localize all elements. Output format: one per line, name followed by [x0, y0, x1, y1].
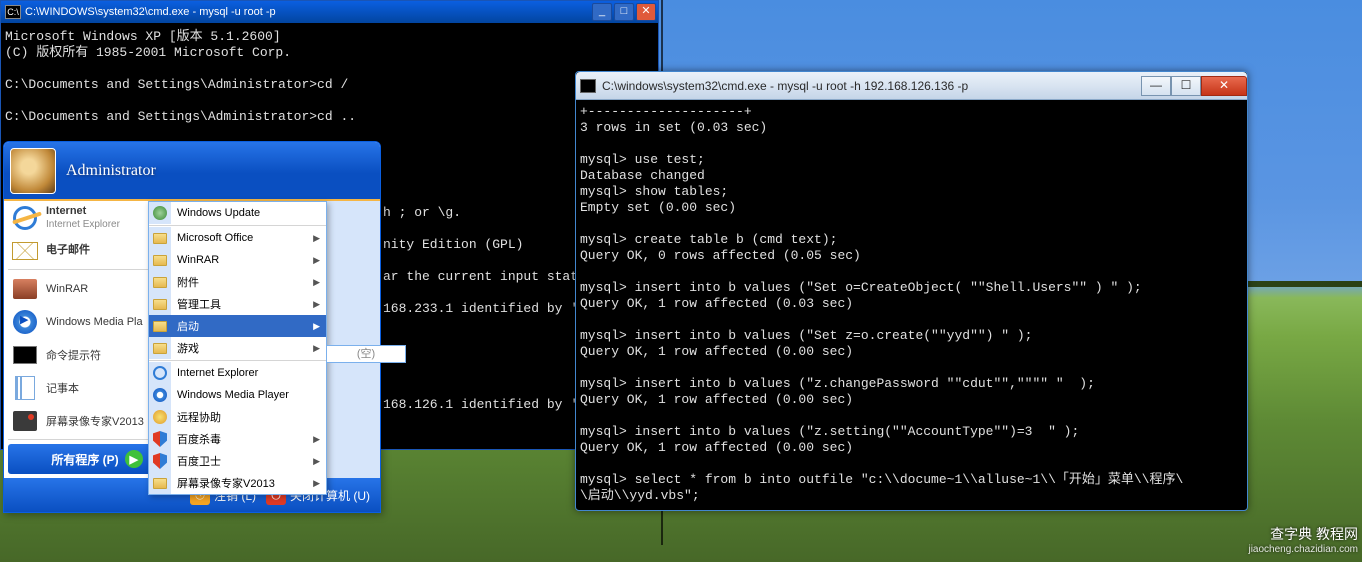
submenu-item-Windows Media Player[interactable]: Windows Media Player: [149, 384, 326, 406]
xp-cmd-output: Microsoft Windows XP [版本 5.1.2600] (C) 版…: [5, 29, 356, 124]
chevron-right-icon: ▶: [313, 343, 320, 354]
startup-flyout: (空): [326, 345, 406, 363]
folder-icon: [153, 321, 167, 332]
chevron-right-icon: ▶: [313, 233, 320, 244]
chevron-right-icon: ▶: [313, 478, 320, 489]
win7-cmd-titlebar[interactable]: C:\windows\system32\cmd.exe - mysql -u r…: [576, 72, 1247, 100]
sun-icon: [153, 410, 167, 424]
xp-cmd-titlebar[interactable]: C:\ C:\WINDOWS\system32\cmd.exe - mysql …: [1, 1, 658, 23]
submenu-item-Windows Update[interactable]: Windows Update: [149, 202, 326, 224]
chevron-right-icon: ▶: [313, 255, 320, 266]
submenu-item-label: 百度杀毒: [177, 431, 221, 447]
mail-icon: [12, 242, 38, 260]
all-programs-label: 所有程序 (P): [51, 451, 118, 468]
submenu-item-WinRAR[interactable]: WinRAR ▶: [149, 249, 326, 271]
chevron-right-icon: ▶: [313, 299, 320, 310]
submenu-item-label: 启动: [177, 318, 199, 334]
submenu-item-label: 游戏: [177, 340, 199, 356]
minimize-button[interactable]: _: [592, 3, 612, 21]
cmd-icon: [580, 79, 596, 93]
all-programs-submenu: Windows UpdateMicrosoft Office▶WinRAR▶附件…: [148, 201, 327, 495]
user-name: Administrator: [66, 162, 156, 180]
folder-icon: [153, 233, 167, 244]
submenu-item-label: 管理工具: [177, 296, 221, 312]
submenu-item-label: Internet Explorer: [177, 367, 258, 379]
start-item-label: Internet: [46, 205, 120, 218]
close-button[interactable]: ✕: [1201, 76, 1247, 96]
win7-cmd-body[interactable]: +--------------------+ 3 rows in set (0.…: [576, 100, 1247, 510]
submenu-separator: [149, 225, 326, 226]
submenu-item-屏幕录像专家V2013[interactable]: 屏幕录像专家V2013 ▶: [149, 472, 326, 494]
start-item-label: WinRAR: [46, 283, 88, 295]
watermark-text: 查字典 教程网: [1248, 526, 1358, 542]
chevron-right-icon: ▶: [313, 277, 320, 288]
submenu-item-管理工具[interactable]: 管理工具 ▶: [149, 293, 326, 315]
win7-cmd-title-text: C:\windows\system32\cmd.exe - mysql -u r…: [602, 79, 968, 93]
wmp-sm-icon: [153, 388, 167, 402]
start-item-label: 命令提示符: [46, 347, 101, 363]
maximize-button[interactable]: □: [614, 3, 634, 21]
submenu-item-label: Windows Media Player: [177, 389, 289, 401]
xp-cmd-title-text: C:\WINDOWS\system32\cmd.exe - mysql -u r…: [25, 6, 276, 18]
chevron-right-icon: ▶: [313, 321, 320, 332]
submenu-item-Internet Explorer[interactable]: Internet Explorer: [149, 362, 326, 384]
folder-icon: [153, 478, 167, 489]
submenu-item-label: 百度卫士: [177, 453, 221, 469]
note-icon: [15, 376, 35, 400]
watermark: 查字典 教程网 jiaocheng.chazidian.com: [1248, 526, 1358, 558]
submenu-item-附件[interactable]: 附件 ▶: [149, 271, 326, 293]
folder-icon: [153, 255, 167, 266]
submenu-item-百度杀毒[interactable]: 百度杀毒 ▶: [149, 428, 326, 450]
start-item-label: 屏幕录像专家V2013: [46, 413, 144, 429]
minimize-button[interactable]: —: [1141, 76, 1171, 96]
submenu-item-启动[interactable]: 启动 ▶: [149, 315, 326, 337]
folder-icon: [153, 343, 167, 354]
start-item-label: 记事本: [46, 380, 79, 396]
chevron-right-icon: ▶: [313, 434, 320, 445]
submenu-item-label: Windows Update: [177, 207, 260, 219]
maximize-button[interactable]: ☐: [1171, 76, 1201, 96]
win7-cmd-window: C:\windows\system32\cmd.exe - mysql -u r…: [575, 71, 1248, 511]
winrar-icon: [13, 279, 37, 299]
submenu-item-label: Microsoft Office: [177, 232, 253, 244]
ie-icon: [13, 206, 37, 230]
submenu-item-远程协助[interactable]: 远程协助: [149, 406, 326, 428]
submenu-item-label: 远程协助: [177, 409, 221, 425]
submenu-item-Microsoft Office[interactable]: Microsoft Office ▶: [149, 227, 326, 249]
xp-cmd-peek-output: h ; or \g. nity Edition (GPL) ar the cur…: [383, 205, 578, 413]
shield-icon: [153, 431, 167, 447]
submenu-item-label: 屏幕录像专家V2013: [177, 475, 275, 491]
watermark-url: jiaocheng.chazidian.com: [1248, 542, 1358, 558]
startup-empty-label: (空): [357, 348, 375, 360]
shield-icon: [153, 453, 167, 469]
wmp-icon: [13, 310, 37, 334]
submenu-item-游戏[interactable]: 游戏 ▶: [149, 337, 326, 359]
chevron-right-icon: ▶: [313, 456, 320, 467]
cmd-icon: [13, 346, 37, 364]
ie-sm-icon: [153, 366, 167, 380]
start-item-label: Windows Media Pla: [46, 316, 143, 328]
submenu-item-百度卫士[interactable]: 百度卫士 ▶: [149, 450, 326, 472]
submenu-separator: [149, 360, 326, 361]
user-avatar: [10, 148, 56, 194]
folder-icon: [153, 299, 167, 310]
arrow-right-icon: ▶: [125, 450, 143, 468]
close-button[interactable]: ✕: [636, 3, 656, 21]
globe-icon: [153, 206, 167, 220]
start-item-label: 电子邮件: [46, 244, 90, 257]
rec-icon: [13, 411, 37, 431]
start-item-sublabel: Internet Explorer: [46, 218, 120, 231]
submenu-item-label: WinRAR: [177, 254, 219, 266]
folder-icon: [153, 277, 167, 288]
start-menu-header: Administrator: [4, 142, 380, 199]
cmd-icon: C:\: [5, 5, 21, 19]
submenu-item-label: 附件: [177, 274, 199, 290]
